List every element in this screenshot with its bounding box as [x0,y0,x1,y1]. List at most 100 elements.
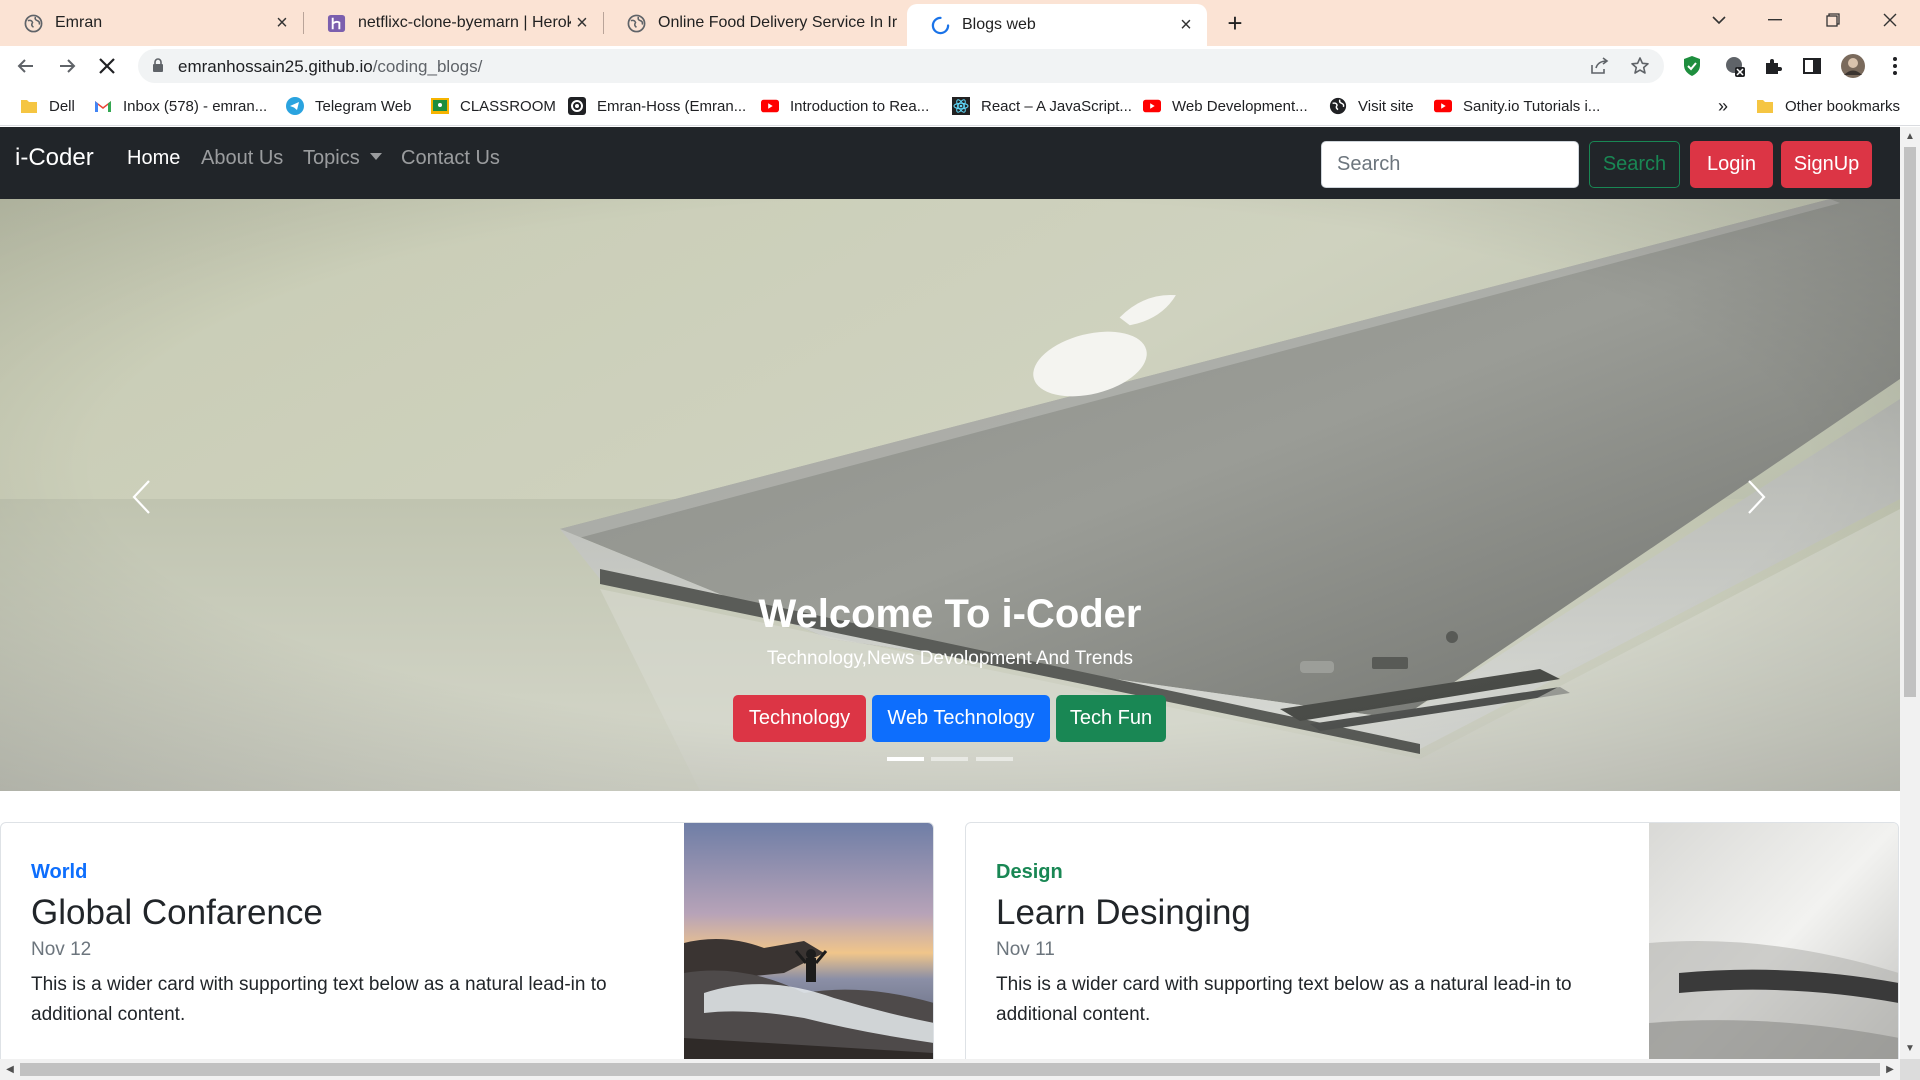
tab-strip: Emran × netflixc-clone-byemarn | Heroku … [0,0,1920,46]
nav-topics-label: Topics [303,147,360,169]
youtube-icon [1434,97,1452,115]
scroll-right-arrow-icon[interactable]: ▶ [1884,1063,1896,1076]
address-bar[interactable]: emranhossain25.github.io/coding_blogs/ [138,49,1664,83]
shield-extension-icon[interactable] [1681,55,1703,77]
heroku-icon [327,14,346,33]
bookmark-youtube-web-dev[interactable]: Web Development... [1143,96,1308,116]
telegram-icon [286,97,304,115]
hero-carousel: Welcome To i-Coder Technology,News Devol… [0,199,1900,791]
bookmark-label: Dell [49,97,75,115]
extension-blocked-icon[interactable] [1724,55,1746,77]
url-text[interactable]: emranhossain25.github.io/coding_blogs/ [178,57,482,77]
loading-spinner-icon [931,16,950,35]
scroll-up-arrow-icon[interactable]: ▲ [1904,131,1916,143]
carousel-indicator-2[interactable] [931,757,968,761]
globe-icon [24,14,43,33]
lock-icon[interactable] [152,58,164,78]
signup-button[interactable]: SignUp [1781,141,1872,188]
tab-title: netflixc-clone-byemarn | Heroku [358,14,571,31]
nav-topics-dropdown[interactable]: Topics [303,147,382,170]
close-window-button[interactable] [1862,0,1918,40]
carousel-prev-button[interactable] [122,467,162,527]
globe-icon [1329,97,1347,115]
more-bookmarks-button[interactable]: » [1718,96,1728,116]
close-icon[interactable]: × [271,12,293,34]
carousel-next-button[interactable] [1736,467,1776,527]
minimize-button[interactable] [1747,0,1803,40]
web-technology-button[interactable]: Web Technology [872,695,1050,742]
card-image-sea-rocks [684,823,933,1059]
scroll-down-arrow-icon[interactable]: ▼ [1904,1043,1916,1055]
site-search-button[interactable]: Search [1589,141,1680,188]
tab-search-icon[interactable] [1691,0,1747,40]
tab-food-delivery[interactable]: Online Food Delivery Service In Ir [603,0,905,46]
bookmark-github[interactable]: Emran-Hoss (Emran... [568,96,746,116]
bookmark-label: Other bookmarks [1785,97,1901,115]
carousel-indicators [0,754,1900,764]
card-date: Nov 12 [31,939,92,960]
horizontal-scrollbar[interactable]: ◀ ▶ [0,1059,1900,1080]
tab-emran[interactable]: Emran × [0,0,304,46]
article-card: World Global Confarence Nov 12 This is a… [0,822,934,1059]
restore-button[interactable] [1805,0,1861,40]
bookmark-label: Inbox (578) - emran... [123,97,268,115]
tab-title: Emran [55,14,103,31]
vertical-scrollbar[interactable]: ▲ ▼ [1900,127,1920,1059]
other-bookmarks-folder[interactable]: Other bookmarks [1756,96,1900,116]
card-category[interactable]: World [31,861,87,884]
share-icon[interactable] [1590,56,1610,76]
stop-loading-button[interactable] [91,50,123,82]
more-bookmarks-chevron: » [1718,95,1729,116]
extensions-puzzle-icon[interactable] [1762,55,1784,77]
tech-fun-button[interactable]: Tech Fun [1056,695,1166,742]
tab-blogs-web[interactable]: Blogs web × [907,4,1207,46]
tab-title: Online Food Delivery Service In Ir [658,14,898,31]
nav-about-us[interactable]: About Us [201,147,283,170]
site-navbar: i-Coder Home About Us Topics Contact Us … [0,127,1900,199]
caret-down-icon [369,153,382,160]
new-tab-button[interactable]: + [1220,8,1250,38]
article-card: Design Learn Desinging Nov 11 This is a … [965,822,1899,1059]
card-category[interactable]: Design [996,861,1063,884]
bookmark-visit-site[interactable]: Visit site [1329,96,1414,116]
bookmark-youtube-react-intro[interactable]: Introduction to Rea... [761,96,929,116]
bookmark-youtube-sanity[interactable]: Sanity.io Tutorials i... [1434,96,1600,116]
bookmark-star-icon[interactable] [1630,56,1650,76]
close-icon[interactable]: × [571,12,593,34]
bookmark-react[interactable]: React – A JavaScript... [952,96,1132,116]
bookmark-label: Web Development... [1172,97,1308,115]
carousel-indicator-1[interactable] [887,757,924,761]
site-brand[interactable]: i-Coder [15,144,94,172]
bookmark-label: CLASSROOM [460,97,556,115]
youtube-icon [761,97,779,115]
card-title: Global Confarence [31,893,323,932]
login-button[interactable]: Login [1690,141,1773,188]
side-panel-icon[interactable] [1801,55,1823,77]
vertical-scroll-thumb[interactable] [1904,147,1916,697]
kebab-menu-icon[interactable] [1884,55,1906,77]
bookmark-gmail[interactable]: Inbox (578) - emran... [94,96,267,116]
bookmark-dell[interactable]: Dell [20,96,75,116]
folder-icon [20,97,38,115]
scrollbar-corner [1900,1059,1920,1080]
chevron-left-icon [132,480,150,514]
nav-contact-us[interactable]: Contact Us [401,147,500,170]
profile-avatar[interactable] [1840,53,1866,79]
technology-button[interactable]: Technology [733,695,866,742]
bookmark-classroom[interactable]: CLASSROOM [431,96,556,116]
forward-button[interactable] [51,50,83,82]
gmail-icon [94,97,112,115]
bookmark-label: Visit site [1358,97,1414,115]
react-icon [952,97,970,115]
horizontal-scroll-thumb[interactable] [20,1063,1880,1076]
page-viewport: i-Coder Home About Us Topics Contact Us … [0,127,1900,1059]
tab-heroku[interactable]: netflixc-clone-byemarn | Heroku × [303,0,604,46]
close-icon[interactable]: × [1175,14,1197,36]
carousel-indicator-3[interactable] [976,757,1013,761]
nav-home[interactable]: Home [127,147,180,170]
site-search-input[interactable] [1321,141,1579,188]
bookmark-telegram[interactable]: Telegram Web [286,96,411,116]
scroll-left-arrow-icon[interactable]: ◀ [4,1063,16,1076]
back-button[interactable] [10,50,42,82]
card-image-device [1649,823,1898,1059]
